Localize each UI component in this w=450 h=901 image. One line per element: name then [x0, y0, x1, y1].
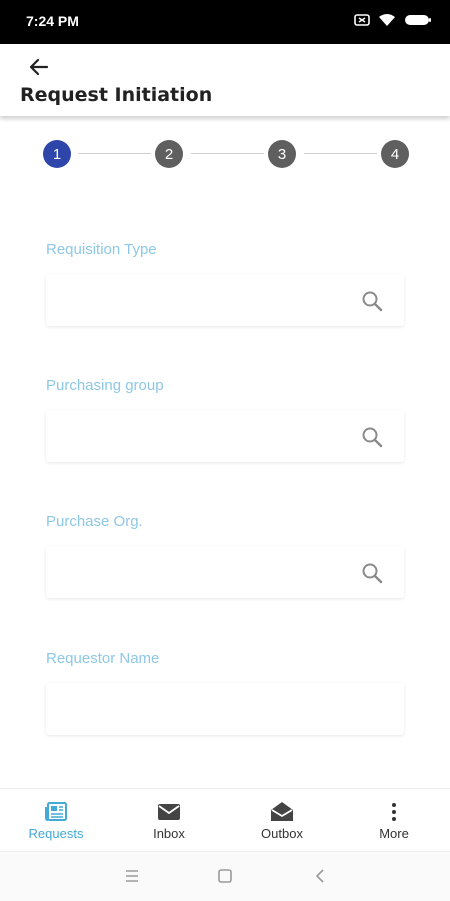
requestor-name-input[interactable] — [56, 683, 390, 737]
status-icons — [354, 13, 432, 27]
page-title: Request Initiation — [20, 84, 213, 106]
wifi-icon — [379, 14, 395, 26]
step-connector — [191, 153, 264, 154]
system-nav-bar — [0, 851, 450, 901]
step-2[interactable]: 2 — [155, 140, 183, 168]
bottom-nav: Requests Inbox Outbox More — [0, 788, 450, 851]
purchasing-group-input[interactable] — [56, 410, 350, 464]
stepper: 1 2 3 4 — [0, 140, 450, 168]
nav-label-requests: Requests — [28, 826, 84, 841]
nav-item-more[interactable]: More — [349, 789, 439, 851]
step-connector — [304, 153, 377, 154]
arrow-left-icon — [29, 58, 49, 76]
nav-label-outbox: Outbox — [261, 826, 303, 841]
search-icon[interactable] — [360, 425, 384, 449]
status-time: 7:24 PM — [26, 13, 79, 29]
home-square-icon[interactable] — [215, 866, 235, 886]
back-button[interactable] — [26, 54, 52, 80]
open-envelope-icon — [271, 802, 293, 821]
mail-icon — [158, 804, 180, 820]
status-bar: 7:24 PM — [0, 0, 450, 44]
more-vertical-icon — [392, 803, 396, 821]
nav-label-inbox: Inbox — [153, 826, 185, 841]
requisition-type-label: Requisition Type — [46, 241, 157, 258]
requisition-type-field[interactable] — [46, 274, 404, 328]
newspaper-icon — [45, 802, 67, 821]
battery-icon — [405, 15, 431, 25]
purchase-org-label: Purchase Org. — [46, 513, 143, 530]
step-connector — [78, 153, 151, 154]
purchasing-group-label: Purchasing group — [46, 377, 164, 394]
search-icon[interactable] — [360, 289, 384, 313]
purchasing-group-field[interactable] — [46, 410, 404, 464]
app-header: Request Initiation — [0, 44, 450, 116]
requestor-name-field[interactable] — [46, 683, 404, 737]
purchase-org-input[interactable] — [56, 546, 350, 600]
step-4[interactable]: 4 — [381, 140, 409, 168]
purchase-org-field[interactable] — [46, 546, 404, 600]
back-chevron-icon[interactable] — [310, 866, 330, 886]
nav-item-inbox[interactable]: Inbox — [124, 789, 214, 851]
requisition-type-input[interactable] — [56, 274, 350, 328]
nav-item-requests[interactable]: Requests — [11, 789, 101, 851]
nav-label-more: More — [379, 826, 409, 841]
step-1[interactable]: 1 — [43, 140, 71, 168]
menu-icon[interactable] — [122, 866, 142, 886]
screen-cast-icon — [354, 14, 370, 26]
search-icon[interactable] — [360, 561, 384, 585]
step-3[interactable]: 3 — [268, 140, 296, 168]
nav-item-outbox[interactable]: Outbox — [237, 789, 327, 851]
requestor-name-label: Requestor Name — [46, 650, 160, 667]
